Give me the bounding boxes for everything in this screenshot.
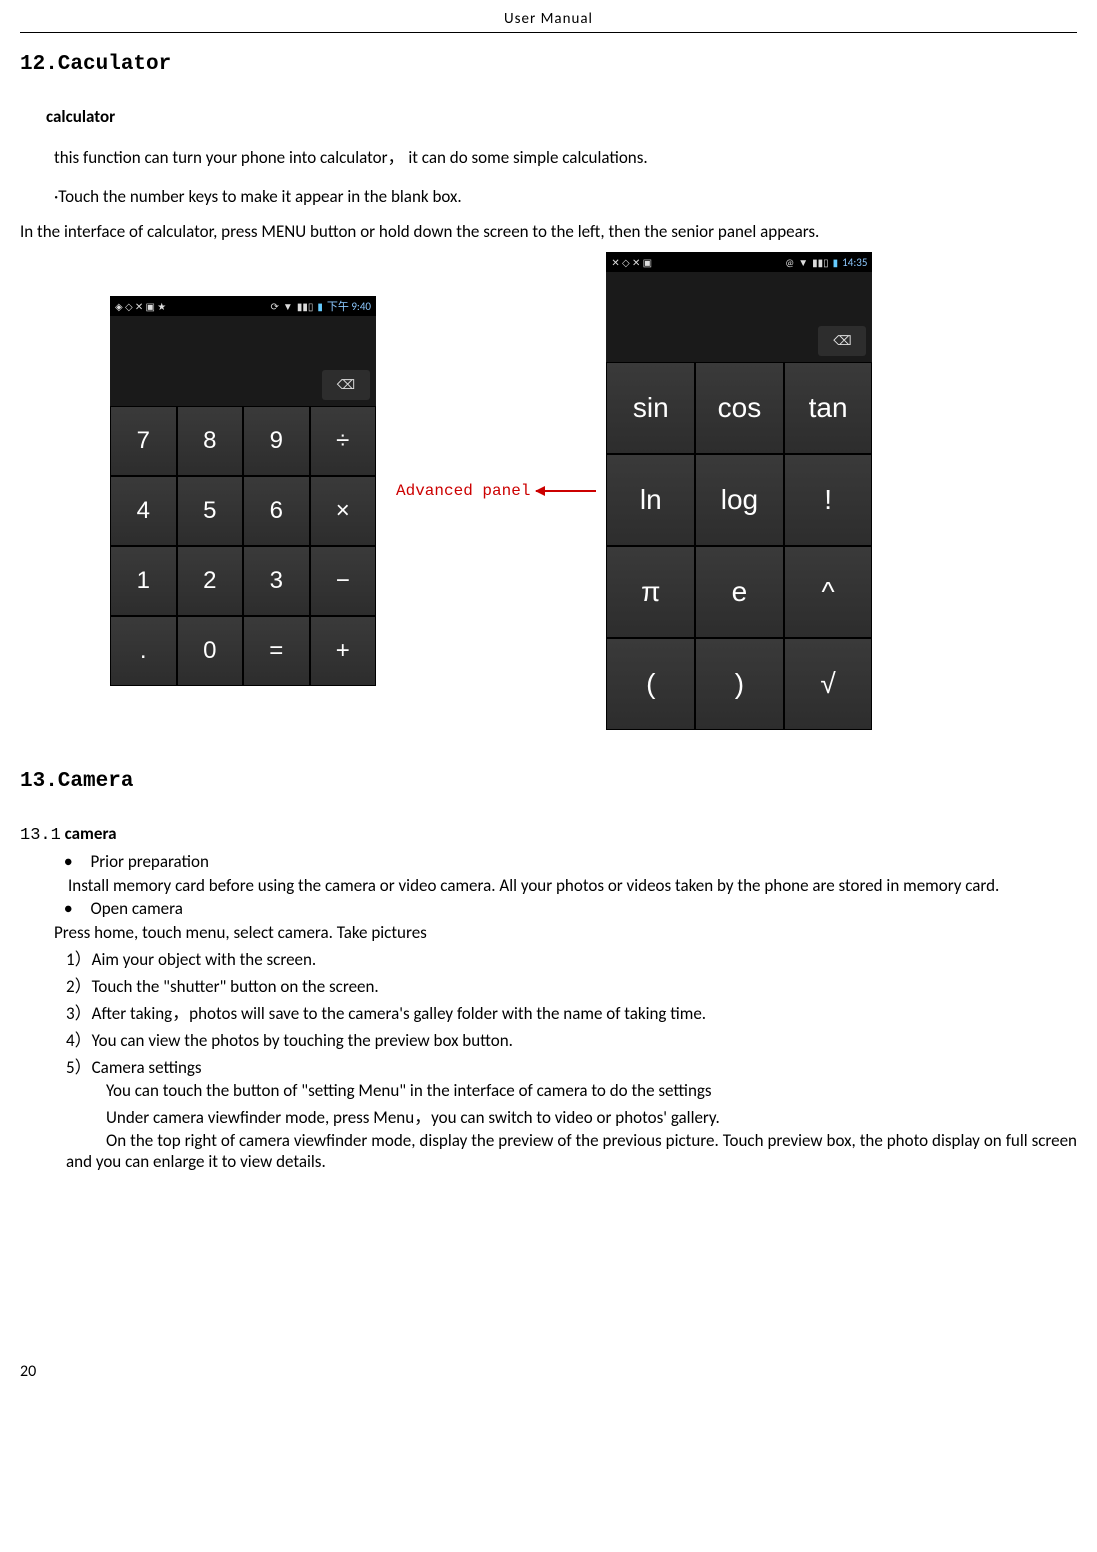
wifi-icon: ▼	[283, 300, 293, 313]
open-camera-body: Press home, touch menu, select camera. T…	[54, 922, 1077, 943]
key-pi[interactable]: π	[607, 547, 694, 637]
bullet-open-camera: ● Open camera	[64, 898, 1077, 920]
section-13-title: 13.Camera	[20, 770, 1077, 793]
key-cos[interactable]: cos	[696, 363, 783, 453]
section-13-1-num: 13.1	[20, 826, 61, 845]
settings-line-3-text: On the top right of camera viewfinder mo…	[66, 1130, 1077, 1172]
key-factorial[interactable]: !	[785, 455, 872, 545]
key-5[interactable]: 5	[178, 477, 243, 545]
calc-display-1: ⌫	[110, 316, 376, 406]
key-rparen[interactable]: )	[696, 639, 783, 729]
step-3: 3）After taking，photos will save to the c…	[66, 999, 1077, 1024]
status-bar-1: ◈ ◇ ✕ ▣ ★ ⟳ ▼ ▮▮▯ ▮ 下午 9:40	[110, 296, 376, 316]
calculator-intro: this function can turn your phone into c…	[54, 143, 1077, 168]
settings-line-2: Under camera viewfinder mode, press Menu…	[106, 1103, 1077, 1128]
signal-icon: ◈ ◇ ✕ ▣ ★	[115, 300, 166, 313]
bullet-prior-prep: ● Prior preparation	[64, 851, 1077, 873]
advanced-panel-label: Advanced panel	[396, 482, 596, 500]
key-log[interactable]: log	[696, 455, 783, 545]
step-4: 4）You can view the photos by touching th…	[66, 1026, 1077, 1051]
sync-icon: ⟳	[271, 300, 279, 313]
section-13-1-bold: camera	[61, 823, 117, 844]
settings-line-1: You can touch the button of "setting Men…	[106, 1080, 1077, 1101]
arrow-icon	[536, 490, 596, 492]
at-icon: @	[785, 256, 794, 269]
key-minus[interactable]: −	[311, 547, 376, 615]
key-4[interactable]: 4	[111, 477, 176, 545]
backspace-key-1[interactable]: ⌫	[322, 370, 370, 400]
key-7[interactable]: 7	[111, 407, 176, 475]
calculator-menu-text: In the interface of calculator, press ME…	[20, 221, 1077, 242]
bullet-dot-icon: ●	[64, 851, 72, 873]
step-5: 5）Camera settings	[66, 1053, 1077, 1078]
advanced-keypad: sin cos tan ln log ! π e ^ ( ) √	[606, 362, 872, 730]
key-lparen[interactable]: (	[607, 639, 694, 729]
key-equals[interactable]: =	[244, 617, 309, 685]
calculator-subtitle: calculator	[46, 106, 1077, 127]
basic-keypad: 7 8 9 ÷ 4 5 6 × 1 2 3 − . 0 = +	[110, 406, 376, 686]
bullet-dot-icon: ●	[64, 898, 72, 920]
wifi-icon-2: ▼	[798, 256, 808, 269]
section-12-title: 12.Caculator	[20, 53, 1077, 76]
key-9[interactable]: 9	[244, 407, 309, 475]
key-multiply[interactable]: ×	[311, 477, 376, 545]
page-number: 20	[20, 1362, 1077, 1381]
screenshots-row: ◈ ◇ ✕ ▣ ★ ⟳ ▼ ▮▮▯ ▮ 下午 9:40 ⌫ 7 8 9 ÷ 4 …	[110, 252, 1077, 730]
key-sin[interactable]: sin	[607, 363, 694, 453]
key-tan[interactable]: tan	[785, 363, 872, 453]
calc-advanced-phone: ✕ ◇ ✕ ▣ @ ▼ ▮▮▯ ▮ 14:35 ⌫ sin cos tan ln…	[606, 252, 872, 730]
status-bar-2: ✕ ◇ ✕ ▣ @ ▼ ▮▮▯ ▮ 14:35	[606, 252, 872, 272]
key-3[interactable]: 3	[244, 547, 309, 615]
calc-basic-phone: ◈ ◇ ✕ ▣ ★ ⟳ ▼ ▮▮▯ ▮ 下午 9:40 ⌫ 7 8 9 ÷ 4 …	[110, 296, 376, 686]
status-time-1: 下午 9:40	[327, 298, 371, 314]
signal-bars-icon-2: ▮▮▯	[812, 256, 829, 269]
page-header: User Manual	[20, 10, 1077, 33]
settings-line-3: On the top right of camera viewfinder mo…	[66, 1130, 1077, 1172]
prior-prep-body: Install memory card before using the cam…	[68, 875, 1077, 896]
key-8[interactable]: 8	[178, 407, 243, 475]
section-13-1-sub: 13.1 camera	[20, 823, 1077, 845]
calculator-bullet: ·Touch the number keys to make it appear…	[54, 186, 1077, 207]
key-0[interactable]: 0	[178, 617, 243, 685]
bullet-prior-label: Prior preparation	[90, 851, 208, 873]
key-dot[interactable]: .	[111, 617, 176, 685]
key-1[interactable]: 1	[111, 547, 176, 615]
key-plus[interactable]: +	[311, 617, 376, 685]
key-sqrt[interactable]: √	[785, 639, 872, 729]
bullet-open-label: Open camera	[90, 898, 182, 920]
key-divide[interactable]: ÷	[311, 407, 376, 475]
key-ln[interactable]: ln	[607, 455, 694, 545]
key-6[interactable]: 6	[244, 477, 309, 545]
step-1: 1）Aim your object with the screen.	[66, 945, 1077, 970]
signal-bars-icon: ▮▮▯	[297, 300, 314, 313]
key-2[interactable]: 2	[178, 547, 243, 615]
status-time-2: 14:35	[842, 256, 867, 269]
battery-icon-2: ▮	[833, 256, 839, 269]
key-e[interactable]: e	[696, 547, 783, 637]
backspace-key-2[interactable]: ⌫	[818, 326, 866, 356]
calc-display-2: ⌫	[606, 272, 872, 362]
advanced-panel-text: Advanced panel	[396, 482, 530, 500]
step-2: 2）Touch the "shutter" button on the scre…	[66, 972, 1077, 997]
battery-icon: ▮	[317, 300, 323, 313]
key-power[interactable]: ^	[785, 547, 872, 637]
status-icons-2: ✕ ◇ ✕ ▣	[611, 256, 652, 269]
